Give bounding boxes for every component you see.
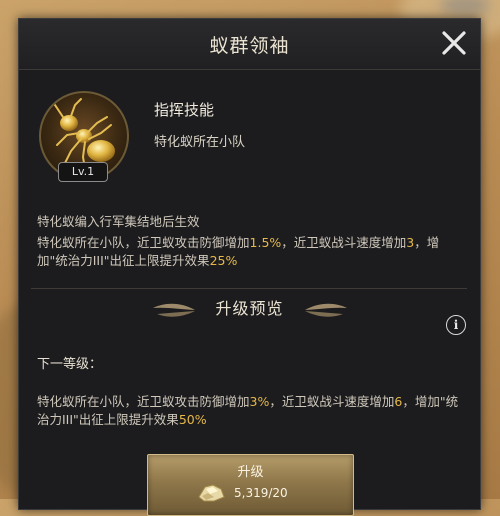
effect-value: 1.5% — [249, 235, 282, 250]
next-effect-text: 特化蚁所在小队，近卫蚁攻击防御增加 — [37, 394, 250, 409]
next-level-label: 下一等级： — [37, 357, 103, 372]
close-icon — [442, 31, 466, 55]
dialog-title: 蚁群领袖 — [209, 35, 290, 57]
upgrade-button[interactable]: 升级 5,319/20 — [147, 454, 354, 516]
current-effect-description: 特化蚁所在小队，近卫蚁攻击防御增加1.5%，近卫蚁战斗速度增加3，增加"统治力I… — [37, 234, 465, 270]
effect-condition: 特化蚁编入行军集结地后生效 — [37, 214, 200, 229]
level-badge: Lv.1 — [58, 162, 108, 182]
upgrade-cost: 5,319/20 — [234, 486, 288, 500]
next-effect-value: 3% — [249, 394, 270, 409]
effect-value: 25% — [209, 253, 238, 268]
effect-text: 特化蚁所在小队，近卫蚁攻击防御增加 — [37, 235, 250, 250]
skill-target: 特化蚁所在小队 — [154, 135, 246, 150]
skill-type: 指挥技能 — [154, 101, 215, 119]
info-button[interactable]: i — [446, 315, 466, 335]
upgrade-preview-title: 升级预览 — [215, 299, 284, 318]
info-icon: i — [453, 318, 459, 332]
skill-dialog: 蚁群领袖 Lv.1 指挥技能 特化蚁所在小队 特化蚁编入行军集结地后生效 特化蚁… — [18, 18, 481, 516]
dialog-header: 蚁群领袖 — [19, 19, 480, 70]
next-effect-text: ，近卫蚁战斗速度增加 — [269, 394, 395, 409]
upgrade-button-label: 升级 — [237, 465, 264, 480]
section-divider — [31, 288, 467, 289]
effect-text: ，近卫蚁战斗速度增加 — [281, 235, 407, 250]
close-button[interactable] — [438, 27, 470, 59]
gold-ore-icon — [198, 484, 225, 502]
right-wing-ornament-icon — [305, 303, 347, 317]
next-effect-description: 特化蚁所在小队，近卫蚁攻击防御增加3%，近卫蚁战斗速度增加6，增加"统治力III… — [37, 393, 465, 429]
next-effect-value: 50% — [178, 412, 207, 427]
